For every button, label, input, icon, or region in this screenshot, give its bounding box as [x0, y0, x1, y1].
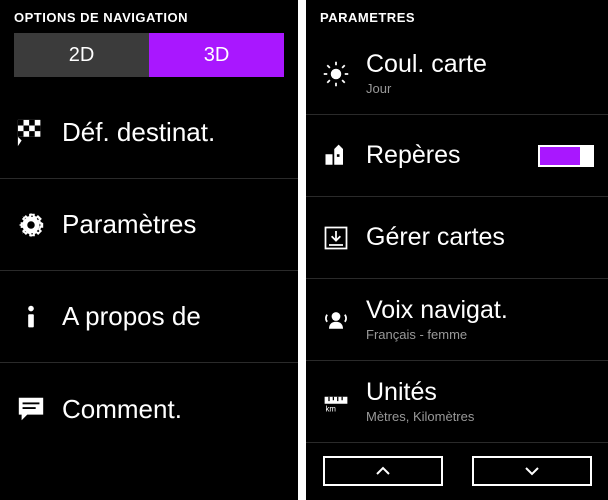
menu-set-destination-label: Déf. destinat. — [62, 117, 215, 148]
setting-landmarks[interactable]: Repères — [306, 115, 608, 197]
menu-feedback-label: Comment. — [62, 394, 182, 425]
view-mode-toggle: 2D 3D — [0, 33, 298, 87]
menu-feedback[interactable]: Comment. — [0, 363, 298, 455]
scroll-up-button[interactable] — [323, 456, 443, 486]
toggle-2d-label: 2D — [69, 44, 95, 67]
setting-units[interactable]: km Unités Mètres, Kilomètres — [306, 361, 608, 443]
chevron-down-icon — [524, 466, 540, 476]
setting-landmarks-label: Repères — [366, 142, 538, 170]
settings-panel: PARAMETRES Coul. carte Jour — [306, 0, 608, 500]
manage-maps-icon — [320, 222, 352, 254]
landmarks-icon — [320, 140, 352, 172]
setting-nav-voice-text: Voix navigat. Français - femme — [366, 297, 594, 342]
landmarks-toggle-fill — [540, 147, 580, 165]
menu-set-destination[interactable]: Déf. destinat. — [0, 87, 298, 179]
toggle-3d[interactable]: 3D — [149, 33, 284, 77]
menu-settings[interactable]: Paramètres — [0, 179, 298, 271]
setting-nav-voice-sub: Français - femme — [366, 327, 594, 342]
feedback-icon — [14, 392, 48, 426]
scroll-arrows — [306, 446, 608, 500]
menu-about[interactable]: A propos de — [0, 271, 298, 363]
setting-landmarks-text: Repères — [366, 142, 538, 170]
settings-list: Coul. carte Jour Repères — [306, 33, 608, 446]
settings-header: PARAMETRES — [306, 0, 608, 33]
setting-units-text: Unités Mètres, Kilomètres — [366, 379, 594, 424]
toggle-2d[interactable]: 2D — [14, 33, 149, 77]
destination-flag-icon — [14, 116, 48, 150]
setting-map-color-text: Coul. carte Jour — [366, 51, 594, 96]
setting-manage-maps-label: Gérer cartes — [366, 224, 594, 252]
landmarks-toggle-thumb — [580, 147, 592, 165]
voice-icon — [320, 304, 352, 336]
menu-about-label: A propos de — [62, 301, 201, 332]
info-icon — [14, 300, 48, 334]
setting-manage-maps-text: Gérer cartes — [366, 224, 594, 252]
svg-text:km: km — [326, 404, 337, 413]
gear-icon — [14, 208, 48, 242]
units-icon: km — [320, 386, 352, 418]
menu-settings-label: Paramètres — [62, 209, 196, 240]
setting-map-color[interactable]: Coul. carte Jour — [306, 33, 608, 115]
nav-options-header: OPTIONS DE NAVIGATION — [0, 0, 298, 33]
setting-nav-voice-label: Voix navigat. — [366, 297, 594, 325]
setting-map-color-label: Coul. carte — [366, 51, 594, 79]
scroll-down-button[interactable] — [472, 456, 592, 486]
navigation-options-panel: OPTIONS DE NAVIGATION 2D 3D Déf. destina… — [0, 0, 298, 500]
setting-manage-maps[interactable]: Gérer cartes — [306, 197, 608, 279]
toggle-3d-label: 3D — [204, 44, 230, 67]
landmarks-toggle[interactable] — [538, 145, 594, 167]
setting-units-label: Unités — [366, 379, 594, 407]
chevron-up-icon — [375, 466, 391, 476]
setting-map-color-sub: Jour — [366, 81, 594, 96]
sun-icon — [320, 58, 352, 90]
setting-nav-voice[interactable]: Voix navigat. Français - femme — [306, 279, 608, 361]
setting-units-sub: Mètres, Kilomètres — [366, 409, 594, 424]
